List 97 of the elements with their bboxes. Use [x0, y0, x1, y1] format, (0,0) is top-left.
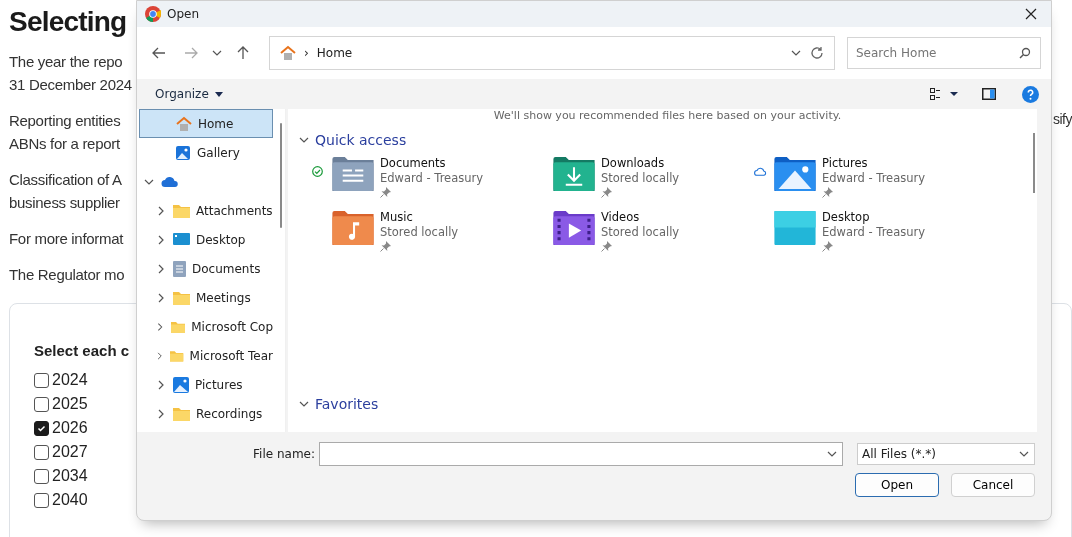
view-options-icon[interactable] [930, 88, 958, 100]
browser-logo-icon [145, 6, 161, 22]
gallery-icon [175, 144, 191, 161]
file-name-field[interactable] [319, 442, 843, 466]
paragraph-text: The year the repo [9, 52, 123, 72]
document-icon [173, 260, 186, 277]
folder-icon [332, 210, 374, 245]
quick-access-item[interactable]: Pictures Edward - Treasury [754, 156, 975, 198]
quick-access-item[interactable]: Documents Edward - Treasury [312, 156, 533, 198]
paragraph-text: Classification of A [9, 170, 122, 190]
paragraph-text: business supplier [9, 193, 120, 213]
expand-chevron-icon[interactable] [155, 349, 165, 362]
folder-icon [171, 319, 186, 334]
section-header[interactable]: Favorites [298, 396, 1037, 412]
checkbox-label: 2027 [52, 443, 88, 461]
item-name: Documents [380, 156, 447, 171]
desktop-icon [173, 233, 190, 246]
item-name: Videos [601, 210, 641, 225]
picture-icon [173, 376, 189, 393]
search-icon [1019, 47, 1031, 59]
window-title: Open [167, 7, 201, 21]
item-name: Music [380, 210, 414, 225]
breadcrumb-separator: › [304, 46, 309, 60]
sidebar-item[interactable]: Attachments [139, 196, 273, 225]
sidebar-item[interactable]: Meetings [139, 283, 273, 312]
paragraph-text: The Regulator mo [9, 265, 125, 285]
paragraph-text: 31 December 2024 [9, 75, 132, 95]
checkbox-label: 2034 [52, 467, 88, 485]
item-name: Desktop [822, 210, 871, 225]
item-location: Stored locally [380, 225, 459, 240]
sidebar-item[interactable]: Recordings [139, 399, 273, 428]
checkbox[interactable] [34, 492, 49, 508]
close-icon[interactable] [1025, 8, 1037, 20]
open-button[interactable]: Open [855, 473, 939, 497]
home-icon [280, 45, 296, 61]
paragraph-text: For more informat [9, 229, 124, 249]
folder-icon [173, 290, 190, 305]
sidebar-item[interactable]: Desktop [139, 225, 273, 254]
quick-access-item[interactable]: Music Stored locally [312, 210, 533, 252]
address-location: Home [316, 46, 354, 60]
hint-text: We'll show you recommended files here based on your activity. [492, 109, 843, 122]
checkbox[interactable] [34, 372, 49, 388]
quick-access-item[interactable]: Videos Stored locally [533, 210, 754, 252]
back-arrow-icon[interactable] [152, 47, 166, 59]
up-arrow-icon[interactable] [237, 46, 249, 60]
folder-icon [332, 156, 374, 191]
checkbox-label: 2025 [52, 395, 88, 413]
item-location: Stored locally [601, 171, 680, 186]
quick-access-item[interactable]: Downloads Stored locally [533, 156, 754, 198]
folder-icon [553, 156, 595, 191]
help-icon[interactable] [1022, 85, 1039, 103]
cloud-icon [161, 175, 179, 188]
checkbox[interactable] [34, 444, 49, 460]
home-icon [176, 115, 192, 132]
cloud-icon [754, 166, 767, 176]
organize-menu-button[interactable]: Organize [153, 85, 225, 103]
section-header[interactable]: Quick access [298, 132, 1037, 148]
checkbox[interactable] [34, 420, 49, 436]
sidebar-item[interactable]: Microsoft Tear [139, 341, 273, 370]
checkbox[interactable] [34, 468, 49, 484]
paragraph-text: sify [1053, 110, 1072, 129]
checkbox-label: 2026 [52, 419, 88, 437]
file-type-dropdown[interactable]: All Files (*.*) [857, 443, 1035, 465]
question-label: Select each c [34, 342, 130, 359]
folder-icon [553, 210, 595, 245]
page-heading: Selecting [9, 6, 127, 38]
sidebar-item[interactable]: Home [139, 109, 273, 138]
file-name-label: File name: [253, 447, 315, 461]
preview-pane-icon[interactable] [982, 88, 996, 100]
quick-access-item[interactable]: Desktop Edward - Treasury [754, 210, 975, 252]
item-location: Stored locally [601, 225, 680, 240]
sidebar-item[interactable]: Microsoft Cop [139, 312, 273, 341]
folder-icon [173, 203, 190, 218]
refresh-icon[interactable] [810, 46, 824, 60]
search-field[interactable]: Search Home [847, 37, 1041, 69]
folder-icon [774, 156, 816, 191]
folder-icon [173, 406, 190, 421]
item-name: Downloads [601, 156, 666, 171]
item-name: Pictures [822, 156, 869, 171]
address-bar[interactable]: › Home [269, 36, 835, 70]
checkbox[interactable] [34, 396, 49, 412]
paragraph-text: ABNs for a report [9, 134, 120, 154]
item-location: Edward - Treasury [822, 225, 926, 240]
item-location: Edward - Treasury [380, 171, 484, 186]
desktop-icon [774, 210, 816, 245]
item-location: Edward - Treasury [822, 171, 926, 186]
sidebar-item[interactable]: Gallery [139, 138, 273, 167]
sidebar-item[interactable]: Documents [139, 254, 273, 283]
caret-icon [214, 91, 223, 97]
checkbox-label: 2024 [52, 371, 88, 389]
checkbox-label: 2040 [52, 491, 88, 509]
synced-check-icon [312, 165, 323, 177]
paragraph-text: Reporting entities [9, 111, 121, 131]
cancel-button[interactable]: Cancel [951, 473, 1035, 497]
sidebar-item[interactable]: Pictures [139, 370, 273, 399]
checkmark-icon [37, 423, 46, 433]
folder-icon [170, 348, 184, 363]
